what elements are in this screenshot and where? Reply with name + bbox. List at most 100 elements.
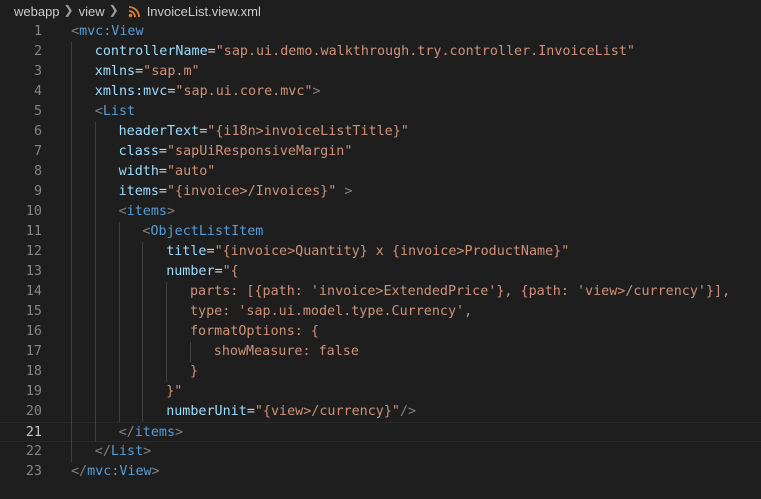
code-line[interactable]: 4 xmlns:mvc="sap.ui.core.mvc"> xyxy=(0,82,761,102)
breadcrumb-item-view[interactable]: view xyxy=(79,4,105,19)
code-content: number="{ xyxy=(166,262,239,282)
line-number: 5 xyxy=(33,104,42,119)
indent-guide xyxy=(142,242,144,262)
code-line[interactable]: 14 parts: [{path: 'invoice>ExtendedPrice'… xyxy=(0,282,761,302)
breadcrumb-item-webapp[interactable]: webapp xyxy=(14,4,60,19)
indent-guide xyxy=(94,402,96,422)
code-content: <List xyxy=(95,102,135,122)
code-line[interactable]: 2 controllerName="sap.ui.demo.walkthrough… xyxy=(0,42,761,62)
indent-guide xyxy=(142,382,144,402)
indent-guide xyxy=(190,342,191,362)
code-line[interactable]: 21 </items> xyxy=(0,422,761,442)
code-token: "auto" xyxy=(166,164,216,179)
code-token: > xyxy=(312,84,321,99)
indent-guide xyxy=(71,122,72,142)
code-line[interactable]: 6 headerText="{i18n>invoiceListTitle}" xyxy=(0,122,761,142)
code-token: type: 'sap.ui.model.type.Currency', xyxy=(190,304,473,319)
code-token: /> xyxy=(400,404,417,419)
line-number: 12 xyxy=(25,244,42,259)
indent-guide xyxy=(71,222,72,242)
indent-guide xyxy=(118,222,120,242)
code-token: </ xyxy=(94,444,111,459)
line-number: 16 xyxy=(25,324,42,339)
code-content: xmlns="sap.m" xyxy=(95,62,200,82)
code-line[interactable]: 5 <List xyxy=(0,102,761,122)
line-number: 2 xyxy=(33,44,42,59)
code-token: = xyxy=(207,44,216,59)
indent-guide xyxy=(142,342,144,362)
code-line[interactable]: 20 numberUnit="{view>/currency}"/> xyxy=(0,402,761,422)
line-number: 18 xyxy=(25,364,42,379)
indent-guide xyxy=(94,222,96,242)
line-number: 11 xyxy=(25,224,42,239)
code-line[interactable]: 18} xyxy=(0,362,761,382)
code-editor[interactable]: 1 <mvc:View 2 controllerName="sap.ui.demo.w… xyxy=(0,22,761,499)
code-token: }" xyxy=(166,384,183,399)
indent-guide xyxy=(118,402,120,422)
indent-guide xyxy=(71,42,72,62)
code-line[interactable]: 17 showMeasure: false xyxy=(0,342,761,362)
code-line[interactable]: 19}" xyxy=(0,382,761,402)
code-line[interactable]: 3 xmlns="sap.m" xyxy=(0,62,761,82)
code-token: } xyxy=(190,364,199,379)
code-token: title xyxy=(166,244,207,259)
code-line[interactable]: 23 </mvc:View> xyxy=(0,462,761,482)
code-line[interactable]: 1 <mvc:View xyxy=(0,22,761,42)
code-line[interactable]: 8 width="auto" xyxy=(0,162,761,182)
code-line[interactable]: 16 formatOptions: { xyxy=(0,322,761,342)
code-content: controllerName="sap.ui.demo.walkthrough.… xyxy=(95,42,635,62)
code-token: mvc:View xyxy=(79,24,144,39)
indent-guide xyxy=(71,382,72,402)
line-number: 20 xyxy=(25,404,42,419)
line-number: 3 xyxy=(33,64,42,79)
code-line[interactable]: 11 <ObjectListItem xyxy=(0,222,761,242)
code-token: = xyxy=(246,404,255,419)
code-line[interactable]: 7 class="sapUiResponsiveMargin" xyxy=(0,142,761,162)
code-token: </ xyxy=(71,464,88,479)
code-token: = xyxy=(214,264,223,279)
line-number: 6 xyxy=(33,124,42,139)
code-content: </mvc:View> xyxy=(71,462,160,482)
code-content: xmlns:mvc="sap.ui.core.mvc"> xyxy=(95,82,321,102)
code-line[interactable]: 12 title="{invoice>Quantity} x {invoice>P… xyxy=(0,242,761,262)
indent-guide xyxy=(118,302,120,322)
code-line[interactable]: 9 items="{invoice>/Invoices}" > xyxy=(0,182,761,202)
code-line[interactable]: 15 type: 'sap.ui.model.type.Currency', xyxy=(0,302,761,322)
code-token: parts: [{path: 'invoice>ExtendedPrice'},… xyxy=(190,284,731,299)
code-token: < xyxy=(94,104,103,119)
code-line[interactable]: 13 number="{ xyxy=(0,262,761,282)
code-token: mvc:View xyxy=(87,464,152,479)
code-token: items xyxy=(126,204,167,219)
indent-guide xyxy=(94,182,96,202)
indent-guide xyxy=(71,282,72,302)
indent-guide xyxy=(71,342,72,362)
indent-guide xyxy=(118,382,120,402)
indent-guide xyxy=(94,422,96,442)
code-token: = xyxy=(158,144,167,159)
indent-guide xyxy=(118,262,120,282)
code-token: "sap.ui.demo.walkthrough.try.controller.… xyxy=(215,44,635,59)
code-token: "{ xyxy=(222,264,239,279)
line-number: 15 xyxy=(25,304,42,319)
code-line[interactable]: 10 <items> xyxy=(0,202,761,222)
indent-guide xyxy=(94,162,96,182)
code-token: xmlns xyxy=(94,64,136,79)
indent-guide xyxy=(94,382,96,402)
code-token: = xyxy=(206,244,215,259)
code-content: </items> xyxy=(119,423,184,443)
code-content: } xyxy=(190,362,198,382)
code-token: "sap.m" xyxy=(143,64,200,79)
breadcrumb-item-file[interactable]: InvoiceList.view.xml xyxy=(147,4,261,19)
code-token: headerText xyxy=(118,124,200,139)
indent-guide xyxy=(94,122,96,142)
indent-guide xyxy=(94,202,96,222)
indent-guide xyxy=(142,362,144,382)
line-number: 21 xyxy=(25,425,42,440)
code-line[interactable]: 22 </List> xyxy=(0,442,761,462)
code-token: "{invoice>Quantity} x {invoice>ProductNa… xyxy=(214,244,570,259)
indent-guide xyxy=(71,182,72,202)
code-token: ObjectListItem xyxy=(150,224,264,239)
code-token: > xyxy=(166,204,176,219)
indent-guide xyxy=(71,302,72,322)
code-token: items xyxy=(118,184,159,199)
